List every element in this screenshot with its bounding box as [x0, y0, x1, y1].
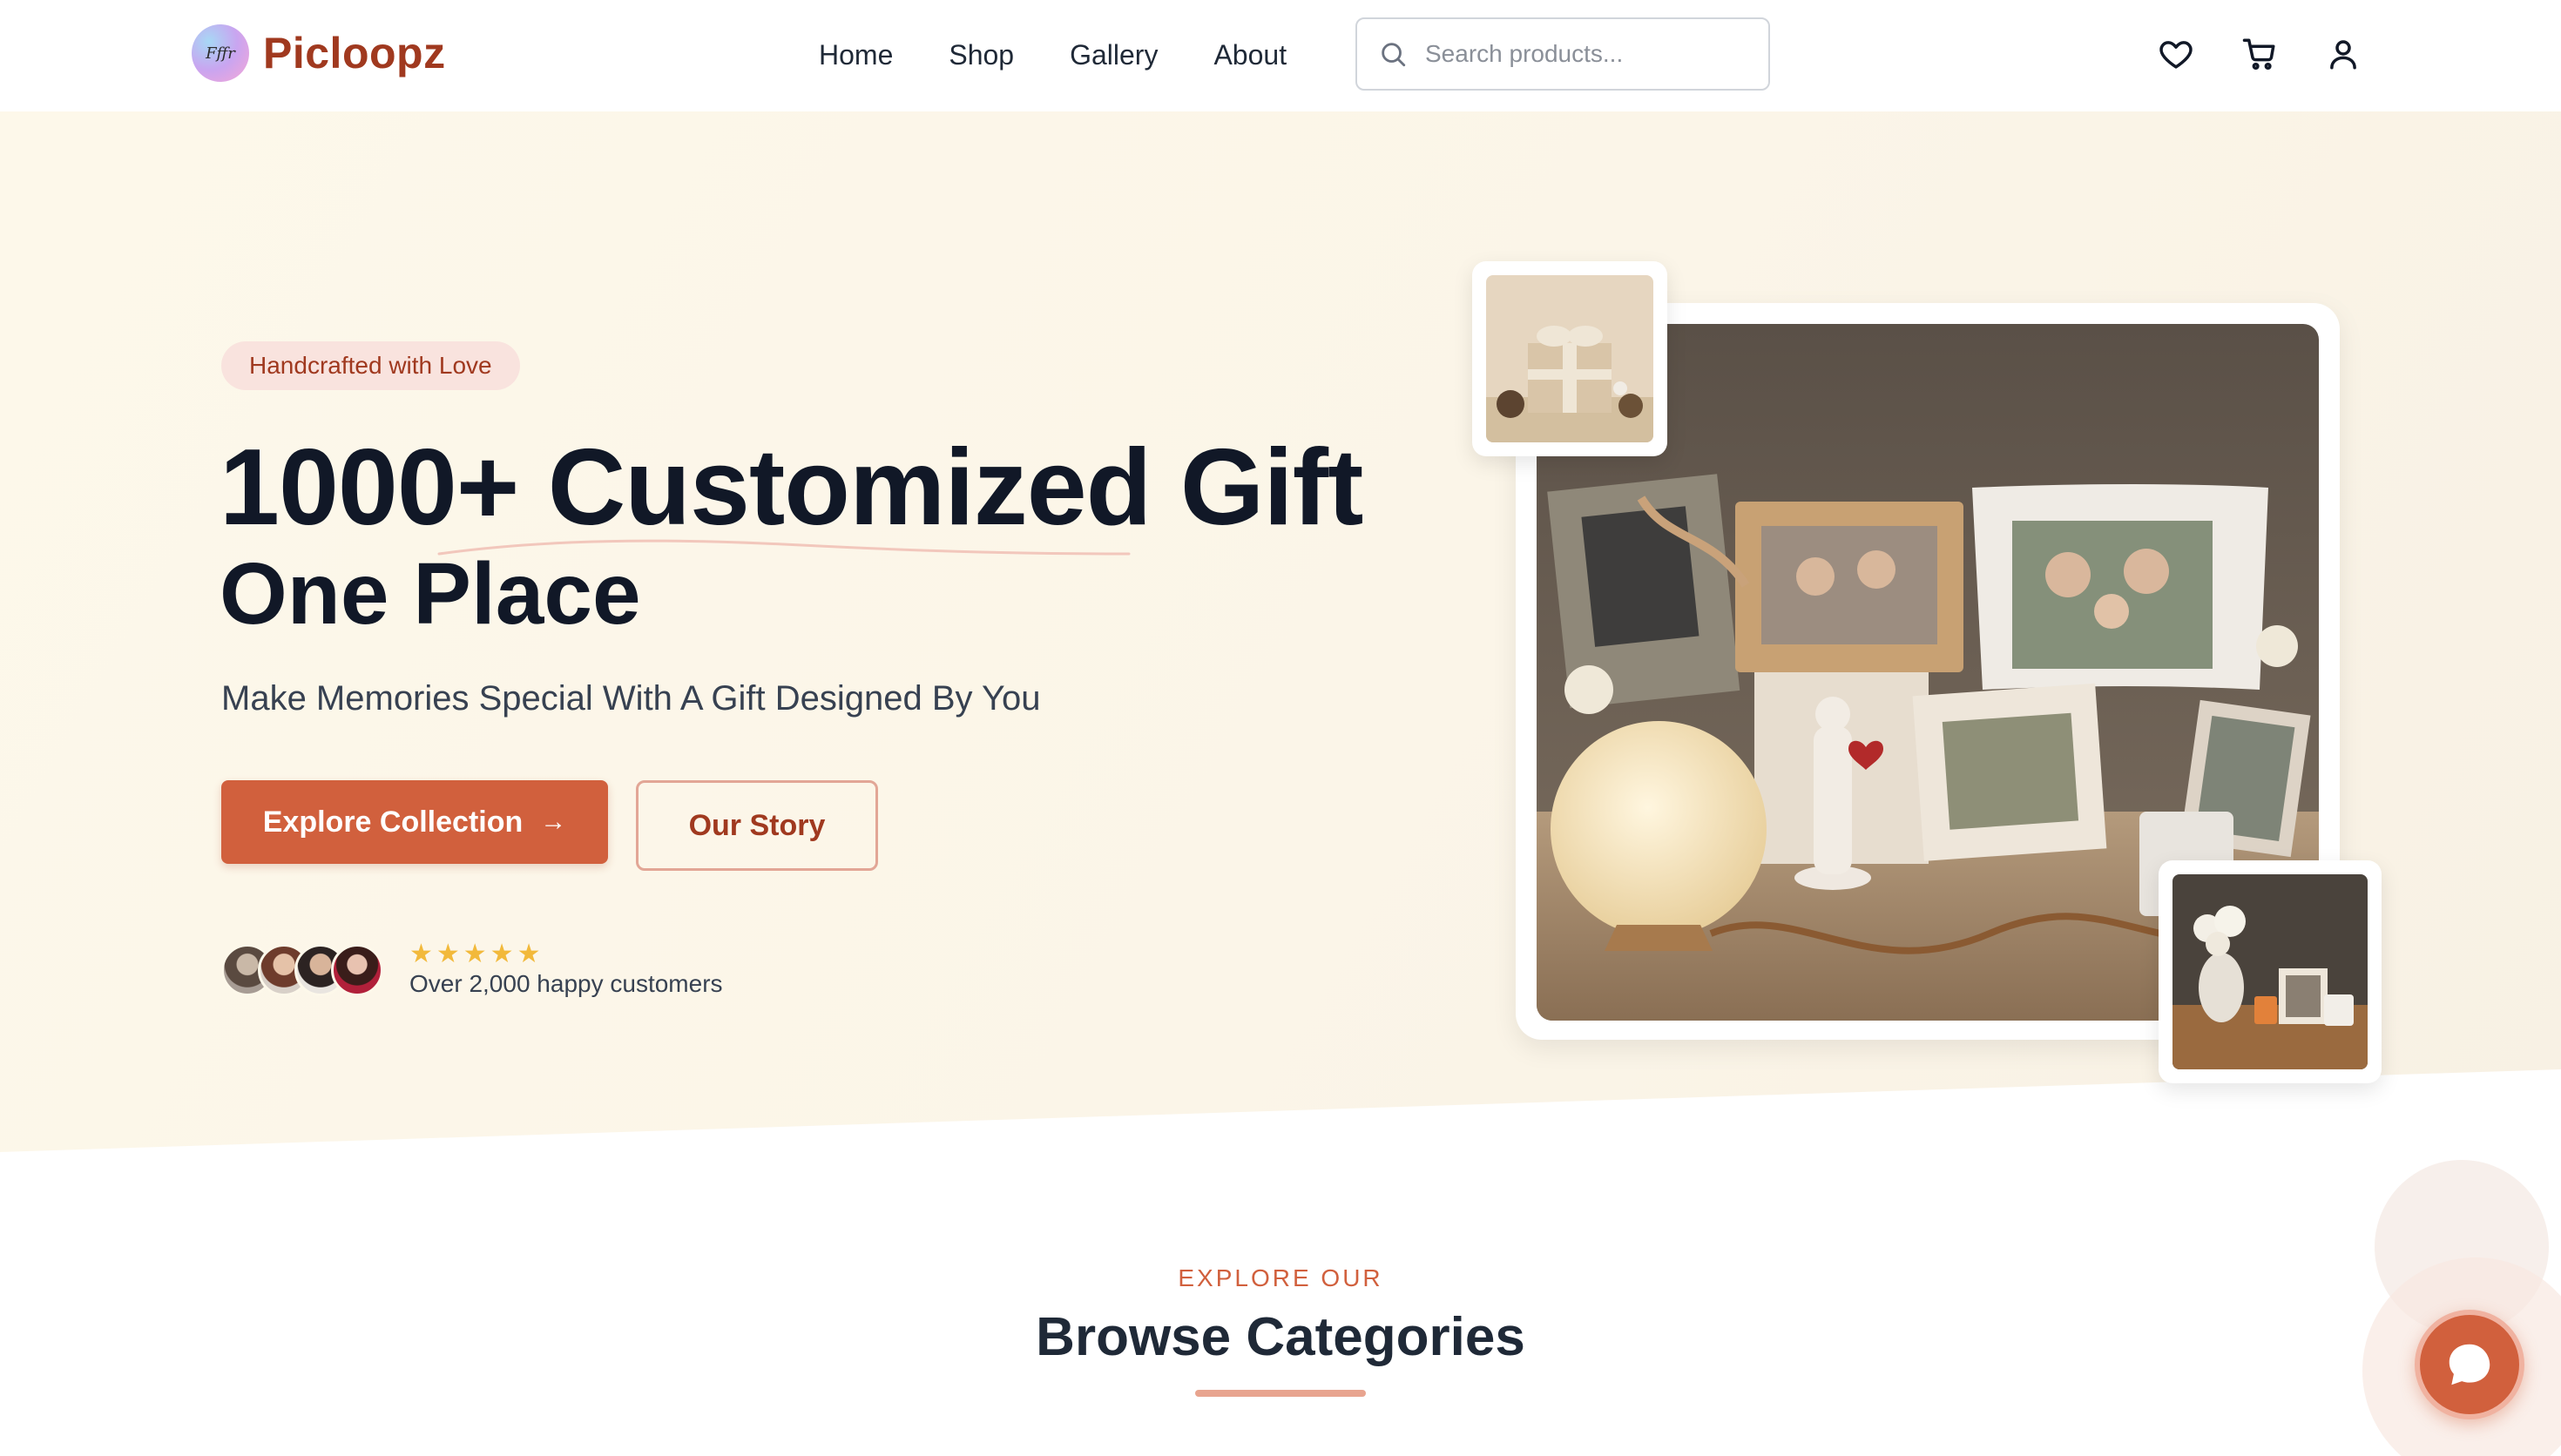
explore-collection-button[interactable]: Explore Collection →: [221, 780, 608, 864]
brand-logo[interactable]: Fffr Picloopz: [192, 24, 446, 82]
explore-collection-label: Explore Collection: [262, 805, 524, 839]
customer-avatars: [221, 944, 383, 1000]
customers-count: Over 2,000 happy customers: [409, 970, 723, 997]
logo-mark: Fffr: [192, 24, 249, 82]
nav-item-shop[interactable]: Shop: [949, 35, 1014, 75]
hero-title-line2: One Place: [220, 545, 641, 643]
categories-title-underline: [1195, 1390, 1366, 1397]
home-decor-thumbnail: [2172, 874, 2368, 1069]
wishlist-button[interactable]: [2155, 33, 2197, 75]
site-header: Fffr Picloopz Home Shop Gallery About: [0, 0, 2561, 111]
cart-icon: [2242, 38, 2275, 71]
categories-eyebrow: EXPLORE OUR: [1178, 1264, 1383, 1291]
account-button[interactable]: [2322, 33, 2364, 75]
cart-button[interactable]: [2239, 33, 2281, 75]
search-box: [1355, 17, 1770, 91]
avatar: [331, 944, 383, 996]
chat-button[interactable]: [2415, 1310, 2524, 1419]
hero-subtitle: Make Memories Special With A Gift Design…: [221, 679, 1041, 718]
logo-mark-text: Fffr: [206, 44, 235, 63]
search-icon: [1382, 43, 1406, 67]
hero-title-line1: 1000+ Customized Gift: [220, 428, 1363, 548]
nav-item-gallery[interactable]: Gallery: [1070, 35, 1158, 75]
categories-title: Browse Categories: [1036, 1307, 1525, 1367]
gift-box-image: [1486, 275, 1653, 442]
home-decor-image: [2172, 874, 2368, 1069]
heart-icon: [2159, 41, 2193, 69]
nav-item-about[interactable]: About: [1213, 35, 1287, 75]
search-input[interactable]: [1425, 40, 1739, 68]
gift-box-thumbnail: [1486, 275, 1653, 442]
chat-bubble-icon: [2449, 1344, 2490, 1385]
arrow-right-icon: →: [540, 807, 567, 836]
rating-stars: ★★★★★: [409, 940, 544, 968]
user-icon: [2330, 40, 2356, 70]
main-nav: Home Shop Gallery About: [819, 35, 1287, 75]
nav-item-home[interactable]: Home: [819, 35, 893, 75]
hero-badge: Handcrafted with Love: [221, 341, 520, 390]
our-story-button[interactable]: Our Story: [636, 780, 878, 871]
brand-name: Picloopz: [263, 29, 446, 78]
